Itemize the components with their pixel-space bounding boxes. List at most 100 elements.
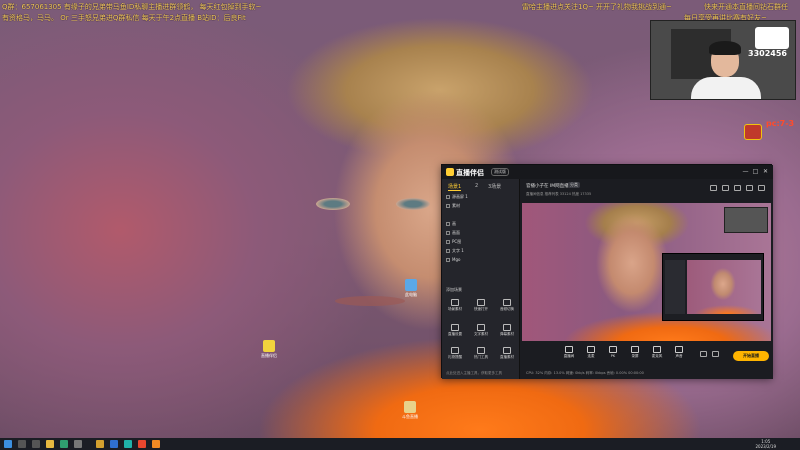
control-label: 声音: [675, 354, 683, 358]
desktop-icon-live-companion[interactable]: 直播伴侣: [258, 340, 280, 359]
sponsor-badge: [755, 27, 789, 49]
live-app-icon[interactable]: [96, 440, 104, 448]
scene-row[interactable]: 画: [446, 221, 456, 228]
control-sound[interactable]: 声音: [670, 346, 688, 359]
scene-row[interactable]: 源画屏 1: [446, 194, 468, 201]
search-icon[interactable]: [18, 440, 26, 448]
settings-icon[interactable]: [74, 440, 82, 448]
side-label: pc:7-3: [766, 119, 795, 128]
scene-row[interactable]: 画面: [446, 230, 460, 237]
tool-audio-switch[interactable]: 音频切换: [496, 299, 518, 312]
scene-label: 画: [452, 221, 456, 226]
stream-title[interactable]: 官播小子在 IM网直播: [526, 183, 569, 189]
eye-icon: [446, 195, 450, 199]
app-title: 直播伴侣: [456, 169, 484, 177]
control-label: PK: [610, 354, 616, 358]
camera-icon[interactable]: [700, 351, 707, 357]
text-icon: [477, 324, 485, 331]
webcam-feed: 3302456: [650, 20, 796, 100]
douyu-icon: [404, 401, 416, 413]
nested-thumbnail: [687, 260, 761, 314]
overlay-text-3: 雷哈主播进点关注1Q~ 开开了礼物我挑战到通~: [522, 3, 672, 11]
desktop-icon-label: 此电脑: [405, 292, 417, 297]
record-icon[interactable]: [722, 185, 729, 191]
chat-bubble-icon[interactable]: [734, 185, 741, 191]
pk-icon: [609, 346, 617, 353]
main-pane: 官播小子在 IM网直播 分类 直播间信息 推荐列表 33124 热度 17335…: [520, 179, 773, 379]
scene-row[interactable]: 文字 1: [446, 248, 464, 255]
app-icon[interactable]: [124, 440, 132, 448]
tool-quick-open[interactable]: 快速打开: [470, 299, 492, 312]
scene-row[interactable]: PC图: [446, 239, 461, 246]
tool-gift-alert[interactable]: 礼物提醒: [444, 347, 466, 360]
clock-date: 2023/2/19: [755, 444, 776, 449]
maximize-button[interactable]: □: [752, 168, 759, 175]
file-explorer-icon[interactable]: [46, 440, 54, 448]
lock-icon[interactable]: [710, 185, 717, 191]
scene-label: 画面: [452, 230, 460, 235]
eye-icon: [446, 222, 450, 226]
tool-live-settings[interactable]: 直播设置: [444, 324, 466, 337]
minimize-button[interactable]: —: [742, 168, 749, 175]
tool-live-material[interactable]: 直播素材: [496, 347, 518, 360]
viewer-count: 3302456: [748, 49, 787, 58]
tool-label: 礼物提醒: [448, 355, 462, 359]
app-logo-icon: [446, 168, 454, 176]
tool-scene-material[interactable]: 场景素材: [444, 299, 466, 312]
tool-danmaku[interactable]: 弹幕素材: [496, 324, 518, 337]
tab-scene-1[interactable]: 场景1: [448, 183, 462, 191]
desktop-icon-douyu[interactable]: 斗鱼直播: [399, 401, 421, 420]
desktop-icon-computer[interactable]: 此电脑: [400, 279, 422, 298]
overlay-text-4: 快来开通本直播间钻石群任: [704, 3, 788, 11]
tab-scene-2[interactable]: 2: [475, 183, 478, 189]
desktop-icon-label: 斗鱼直播: [402, 414, 418, 419]
speaker-icon: [675, 346, 683, 353]
control-room[interactable]: 直播间: [560, 346, 578, 359]
browser-icon[interactable]: [60, 440, 68, 448]
scene-row[interactable]: Mgo: [446, 257, 460, 264]
start-live-button[interactable]: 开始直播: [733, 351, 769, 361]
room-icon: [565, 346, 573, 353]
status-bar: CPU: 32% 内存: 13.0% 网速: 0kb/s 码率: 0kbps 丢…: [526, 371, 644, 375]
version-badge[interactable]: 测试版: [491, 168, 509, 176]
stream-preview[interactable]: [522, 203, 771, 341]
control-screen-record[interactable]: 录屏: [626, 346, 644, 359]
control-pk[interactable]: PK: [604, 346, 622, 358]
control-label: 直播间: [563, 354, 575, 358]
tab-scene-3[interactable]: 3场景: [488, 183, 501, 190]
computer-icon: [405, 279, 417, 291]
tool-label: 弹幕素材: [500, 332, 514, 336]
app-icon[interactable]: [152, 440, 160, 448]
scene-row[interactable]: 素材: [446, 203, 460, 210]
tool-label: 直播素材: [500, 355, 514, 359]
left-eye-decor: [316, 198, 350, 210]
left-footer-hint[interactable]: 点此处进入主播工具，获取更多工具: [446, 371, 502, 376]
tool-label: 直播设置: [448, 332, 462, 336]
scene-label: 文字 1: [452, 248, 464, 253]
system-clock[interactable]: 1:05 2023/2/19: [755, 439, 776, 449]
task-view-icon[interactable]: [32, 440, 40, 448]
screen-icon: [631, 346, 639, 353]
app-icon[interactable]: [138, 440, 146, 448]
app-icon[interactable]: [110, 440, 118, 448]
close-button[interactable]: ✕: [762, 168, 769, 175]
app-titlebar: 直播伴侣 测试版 — □ ✕: [442, 165, 773, 179]
brand-logo-icon: [744, 124, 762, 140]
share-icon[interactable]: [758, 185, 765, 191]
control-cohost[interactable]: 连麦: [582, 346, 600, 359]
eye-icon: [446, 240, 450, 244]
eye-icon: [446, 204, 450, 208]
eye-icon: [446, 231, 450, 235]
tool-text-material[interactable]: 文字素材: [470, 324, 492, 337]
category-tag[interactable]: 分类: [568, 182, 580, 188]
add-scene-button[interactable]: 添加场景: [446, 287, 462, 293]
eye-icon: [446, 258, 450, 262]
start-menu-icon[interactable]: [4, 440, 12, 448]
tool-hot[interactable]: 热门工具: [470, 347, 492, 360]
desktop-icon-label: 直播伴侣: [261, 353, 277, 358]
control-mic[interactable]: 麦克风: [648, 346, 666, 359]
layout-icon[interactable]: [746, 185, 753, 191]
tool-label: 快速打开: [474, 307, 488, 311]
scene-label: 源画屏 1: [452, 194, 468, 199]
gear-icon[interactable]: [712, 351, 719, 357]
